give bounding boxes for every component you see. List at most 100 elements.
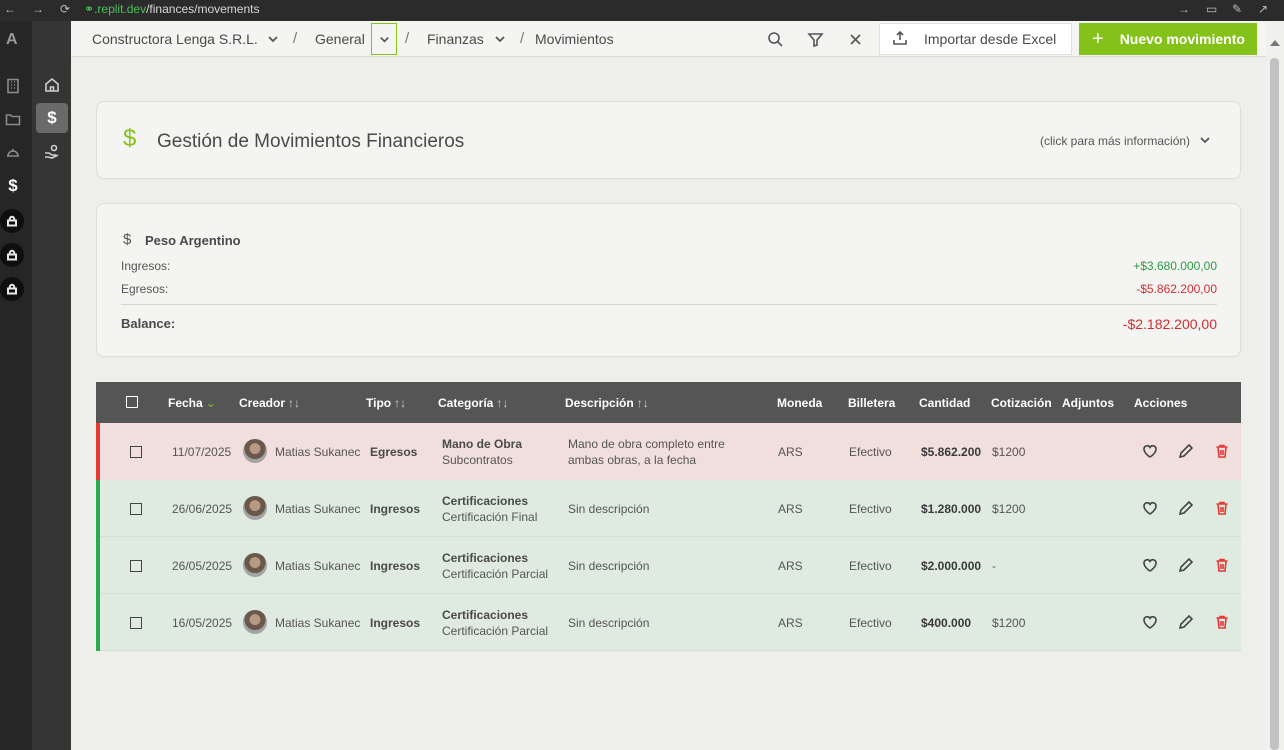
address-bar[interactable]: ⚭.replit.dev/finances/movements [84, 1, 1184, 19]
row-checkbox[interactable] [130, 617, 142, 629]
cell-cantidad: $2.000.000 [921, 559, 982, 573]
row-checkbox[interactable] [130, 503, 142, 515]
column-descripcion[interactable]: Descripción ↑↓ [565, 396, 649, 410]
edit-pencil-icon[interactable] [1178, 443, 1194, 459]
helmet-icon[interactable] [4, 143, 22, 161]
cell-descripcion: Sin descripción [568, 616, 650, 630]
devices-icon[interactable]: ▭ [1206, 2, 1217, 16]
browser-toolbar: ← → ⟳ ⚭.replit.dev/finances/movements → … [0, 0, 1284, 21]
cell-descripcion-line2: ambas obras, a la fecha [568, 453, 697, 467]
favorite-heart-icon[interactable] [1142, 557, 1158, 573]
column-tipo[interactable]: Tipo ↑↓ [366, 396, 406, 410]
building-icon[interactable] [4, 77, 22, 95]
row-checkbox[interactable] [130, 560, 142, 572]
cell-billetera: Efectivo [849, 559, 892, 573]
delete-trash-icon[interactable] [1214, 557, 1230, 573]
column-adjuntos: Adjuntos [1062, 396, 1114, 410]
import-excel-button[interactable]: Importar desde Excel [879, 23, 1072, 55]
close-icon[interactable] [845, 29, 865, 49]
info-card[interactable]: $ Gestión de Movimientos Financieros (cl… [96, 101, 1241, 179]
new-movement-button[interactable]: + Nuevo movimiento [1079, 23, 1257, 55]
back-icon[interactable]: ← [4, 2, 16, 16]
currency-icon: $ [123, 231, 132, 248]
favorite-heart-icon[interactable] [1142, 500, 1158, 516]
row-checkbox[interactable] [130, 446, 142, 458]
cell-tipo: Ingresos [370, 559, 421, 573]
cell-creador: Matias Sukanec [275, 502, 361, 516]
table-row[interactable]: 11/07/2025 Matias Sukanec Egresos Mano d… [96, 423, 1241, 480]
sort-desc-icon[interactable]: ⌄ [206, 396, 216, 410]
cell-moneda: ARS [778, 616, 803, 630]
lock-icon[interactable] [0, 209, 24, 233]
project-dropdown-button[interactable] [371, 23, 397, 55]
cell-tipo: Egresos [370, 445, 418, 459]
finance-icon[interactable]: $ [2, 173, 24, 199]
cell-billetera: Efectivo [849, 445, 892, 459]
app-logo[interactable]: A [6, 31, 18, 49]
delete-trash-icon[interactable] [1214, 500, 1230, 516]
edit-pencil-icon[interactable] [1178, 500, 1194, 516]
folder-icon[interactable] [4, 110, 22, 128]
table-row[interactable]: 26/05/2025 Matias Sukanec Ingresos Certi… [96, 537, 1241, 594]
column-cantidad: Cantidad [919, 396, 971, 410]
lock-icon[interactable] [0, 243, 24, 267]
column-categoria[interactable]: Categoría ↑↓ [438, 396, 508, 410]
filter-icon[interactable] [805, 29, 825, 49]
tools-icon[interactable]: ✎ [1232, 2, 1242, 16]
breadcrumb-separator: / [293, 30, 298, 47]
cell-moneda: ARS [778, 502, 803, 516]
lock-icon[interactable] [0, 277, 24, 301]
cell-fecha: 26/06/2025 [172, 502, 233, 516]
chevron-down-icon[interactable] [266, 32, 280, 46]
cell-categoria: Mano de Obra [442, 437, 523, 451]
url-host: .replit.dev [94, 2, 147, 16]
sort-icon[interactable]: ↑↓ [394, 396, 406, 410]
page-header: Constructora Lenga S.R.L. / General / Fi… [71, 21, 1266, 57]
more-info-hint[interactable]: (click para más información) [1040, 134, 1190, 148]
cell-tipo: Ingresos [370, 502, 421, 516]
cell-creador: Matias Sukanec [275, 559, 361, 573]
column-creador[interactable]: Creador ↑↓ [239, 396, 300, 410]
reload-icon[interactable]: ⟳ [60, 2, 70, 16]
income-row: Ingresos: +$3.680.000,00 [121, 259, 1217, 273]
favorite-heart-icon[interactable] [1142, 443, 1158, 459]
page-title: Gestión de Movimientos Financieros [157, 131, 465, 152]
finance-active-icon[interactable]: $ [36, 103, 68, 133]
delete-trash-icon[interactable] [1214, 614, 1230, 630]
search-icon[interactable] [765, 29, 785, 49]
forward-icon[interactable]: → [32, 2, 44, 16]
column-fecha[interactable]: Fecha ⌄ [168, 396, 216, 410]
cell-moneda: ARS [778, 445, 803, 459]
delete-trash-icon[interactable] [1214, 443, 1230, 459]
cell-billetera: Efectivo [849, 502, 892, 516]
select-all-checkbox[interactable] [126, 396, 138, 408]
open-external-icon[interactable]: ↗ [1258, 2, 1268, 16]
column-billetera: Billetera [848, 396, 896, 410]
breadcrumb-org[interactable]: Constructora Lenga S.R.L. [92, 31, 258, 47]
favorite-heart-icon[interactable] [1142, 614, 1158, 630]
cell-cotizacion: $1200 [992, 445, 1026, 459]
chevron-down-icon[interactable] [1198, 133, 1212, 147]
send-icon[interactable]: → [1178, 2, 1190, 16]
plus-icon: + [1092, 28, 1104, 50]
breadcrumb-section[interactable]: Finanzas [427, 31, 484, 47]
sort-icon[interactable]: ↑↓ [637, 396, 649, 410]
edit-pencil-icon[interactable] [1178, 614, 1194, 630]
cell-subcategoria: Subcontratos [442, 453, 513, 467]
sort-icon[interactable]: ↑↓ [288, 396, 300, 410]
chevron-down-icon[interactable] [493, 32, 507, 46]
table-row[interactable]: 26/06/2025 Matias Sukanec Ingresos Certi… [96, 480, 1241, 537]
breadcrumb-separator: / [405, 30, 410, 47]
breadcrumb-project[interactable]: General [315, 31, 365, 47]
balance-card: $ Peso Argentino Ingresos: +$3.680.000,0… [96, 203, 1241, 357]
home-icon[interactable] [36, 70, 68, 100]
cell-moneda: ARS [778, 559, 803, 573]
sort-icon[interactable]: ↑↓ [496, 396, 508, 410]
movements-table: Fecha ⌄ Creador ↑↓ Tipo ↑↓ Categoría ↑↓ Desc… [96, 382, 1241, 651]
edit-pencil-icon[interactable] [1178, 557, 1194, 573]
scroll-up-arrow[interactable] [1270, 40, 1280, 46]
hand-coins-icon[interactable] [36, 137, 68, 167]
table-row[interactable]: 16/05/2025 Matias Sukanec Ingresos Certi… [96, 594, 1241, 651]
scrollbar-thumb[interactable] [1270, 58, 1279, 750]
cell-fecha: 26/05/2025 [172, 559, 233, 573]
